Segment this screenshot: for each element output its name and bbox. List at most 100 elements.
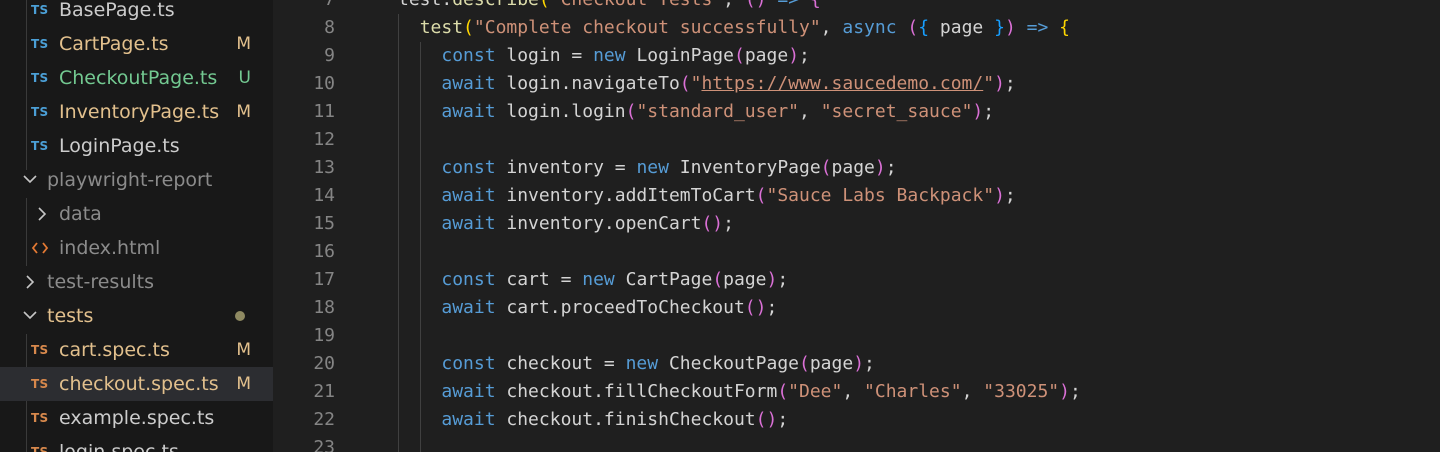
chevron-right-icon (34, 197, 50, 231)
code-token: ( (820, 157, 832, 178)
code-token: ; (864, 353, 875, 374)
code-token: ( (907, 17, 919, 38)
code-token: . (441, 0, 452, 10)
code-line[interactable]: await cart.proceedToCheckout(); (398, 294, 777, 322)
code-token: page (723, 269, 767, 290)
file-name: checkout.spec.ts (59, 373, 219, 395)
code-token: ) (972, 101, 984, 122)
line-number: 17 (313, 269, 335, 290)
file-name: LoginPage.ts (59, 135, 180, 157)
file-item-basepage[interactable]: TS BasePage.ts (0, 0, 273, 27)
code-token: { (1059, 17, 1071, 38)
file-name: login.spec.ts (59, 441, 179, 452)
code-token: " (690, 73, 702, 94)
file-item-example-spec[interactable]: TS example.spec.ts (0, 401, 273, 435)
line-number: 12 (313, 129, 335, 150)
chevron-right-icon (22, 265, 38, 299)
code-token: ( (679, 73, 691, 94)
code-token: ; (777, 409, 789, 430)
git-status-badge: M (236, 102, 251, 122)
code-token: new (636, 157, 669, 178)
folder-item-test-results[interactable]: test-results (0, 265, 273, 299)
code-token: test (419, 17, 464, 38)
file-item-checkoutpage[interactable]: TS CheckoutPage.ts U (0, 61, 273, 95)
code-token: ; (885, 157, 897, 178)
code-line[interactable]: test.describe("Checkout Tests", () => { (398, 0, 821, 14)
code-line[interactable]: test("Complete checkout successfully", a… (398, 14, 1070, 42)
git-status-badge: U (238, 68, 251, 88)
line-number: 21 (313, 381, 335, 402)
line-number: 8 (324, 17, 335, 38)
typescript-test-file-icon: TS (31, 377, 49, 391)
git-status-badge: M (236, 34, 251, 54)
code-token: await (441, 101, 496, 122)
code-token: ) (766, 269, 778, 290)
folder-item-playwright-report[interactable]: playwright-report (0, 163, 273, 197)
code-line[interactable]: await checkout.fillCheckoutForm("Dee", "… (398, 378, 1080, 406)
code-token: ( (625, 101, 637, 122)
file-item-index-html[interactable]: index.html (0, 231, 273, 265)
modified-dot-icon (235, 311, 245, 321)
code-token: const (441, 269, 496, 290)
code-token: , (723, 0, 745, 10)
file-name: index.html (59, 237, 161, 259)
code-token: "Charles" (864, 381, 962, 402)
code-token: ) (788, 45, 800, 66)
code-token: describe (452, 0, 539, 10)
code-token: () (701, 213, 724, 234)
code-token: ; (1004, 185, 1016, 206)
typescript-file-icon: TS (31, 37, 49, 51)
code-token: new (593, 45, 626, 66)
code-token: const (441, 157, 496, 178)
file-item-inventorypage[interactable]: TS InventoryPage.ts M (0, 95, 273, 129)
code-token: page (831, 157, 875, 178)
file-item-cartpage[interactable]: TS CartPage.ts M (0, 27, 273, 61)
code-line[interactable]: await inventory.openCart(); (398, 210, 734, 238)
code-line[interactable]: await inventory.addItemToCart("Sauce Lab… (398, 182, 1016, 210)
code-token: await (441, 213, 496, 234)
code-editor[interactable]: 7test.describe("Checkout Tests", () => {… (273, 0, 1440, 452)
typescript-test-file-icon: TS (31, 411, 49, 425)
code-token: await (441, 185, 496, 206)
code-line[interactable]: await login.login("standard_user", "secr… (398, 98, 994, 126)
file-item-login-spec[interactable]: TS login.spec.ts (0, 435, 273, 452)
code-token: " (983, 73, 995, 94)
code-token: "Sauce Labs Backpack" (766, 185, 995, 206)
code-token: "33025" (983, 381, 1060, 402)
code-token: login.login (495, 101, 626, 122)
code-token: new (582, 269, 615, 290)
line-number: 18 (313, 297, 335, 318)
folder-item-data[interactable]: data (0, 197, 273, 231)
code-line[interactable]: const login = new LoginPage(page); (398, 42, 810, 70)
code-token: ; (1004, 73, 1016, 94)
code-token: login = (495, 45, 594, 66)
folder-item-tests[interactable]: tests (0, 299, 273, 333)
line-number: 20 (313, 353, 335, 374)
code-token: => (777, 0, 799, 10)
code-line[interactable]: const cart = new CartPage(page); (398, 266, 788, 294)
line-number: 11 (313, 101, 335, 122)
code-line[interactable]: const checkout = new CheckoutPage(page); (398, 350, 875, 378)
code-line[interactable]: await checkout.finishCheckout(); (398, 406, 788, 434)
code-token: , (961, 381, 984, 402)
line-number: 16 (313, 241, 335, 262)
file-item-cart-spec[interactable]: TS cart.spec.ts M (0, 333, 273, 367)
line-number: 19 (313, 325, 335, 346)
code-token: cart = (495, 269, 583, 290)
file-item-checkout-spec[interactable]: TS checkout.spec.ts M (0, 367, 273, 401)
code-line[interactable]: const inventory = new InventoryPage(page… (398, 154, 897, 182)
code-line[interactable]: await login.navigateTo("https://www.sauc… (398, 70, 1016, 98)
code-token: "Complete checkout successfully" (473, 17, 821, 38)
line-number: 13 (313, 157, 335, 178)
code-token: checkout = (495, 353, 626, 374)
typescript-file-icon: TS (31, 105, 49, 119)
file-item-loginpage[interactable]: TS LoginPage.ts (0, 129, 273, 163)
code-token: () (744, 297, 767, 318)
code-token: cart.proceedToCheckout (495, 297, 745, 318)
code-token: ) (1059, 381, 1070, 402)
code-token: => (1026, 17, 1049, 38)
